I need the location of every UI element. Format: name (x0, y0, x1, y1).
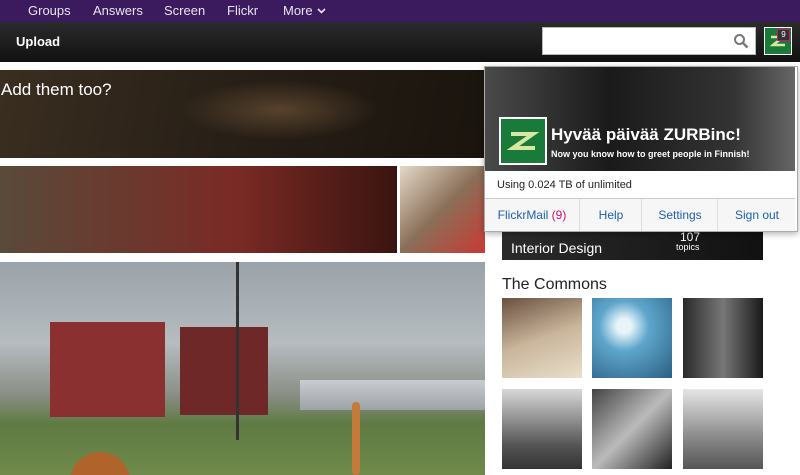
top-nav: Groups Answers Screen Flickr More (0, 0, 800, 22)
photo-dog (70, 452, 130, 475)
commons-title: The Commons (502, 276, 607, 293)
search-box (542, 27, 756, 55)
mail-count: (9) (551, 208, 567, 222)
group-count-unit: topics (676, 242, 700, 252)
account-avatar-button[interactable]: 9 (764, 27, 792, 55)
search-input[interactable] (543, 28, 727, 54)
notification-badge: 9 (777, 29, 790, 41)
upload-link[interactable]: Upload (16, 34, 60, 49)
photo-dog-tail (352, 402, 360, 475)
nav-more[interactable]: More (283, 0, 326, 22)
commons-thumb[interactable] (683, 298, 763, 378)
chevron-down-icon (317, 8, 326, 14)
commons-thumb[interactable] (502, 298, 582, 378)
help-link[interactable]: Help (579, 199, 642, 231)
photo-bridge (300, 380, 485, 410)
settings-link[interactable]: Settings (641, 199, 718, 231)
photo-strip-thumb[interactable] (400, 166, 485, 253)
greeting-text: Hyvää päivää ZURBinc! (551, 125, 741, 144)
search-icon[interactable] (733, 33, 749, 49)
hero-title: Add them too? (1, 80, 112, 99)
nav-groups[interactable]: Groups (28, 0, 71, 22)
flickrmail-link[interactable]: FlickrMail (9) (485, 199, 579, 231)
commons-thumb[interactable] (592, 389, 672, 469)
storage-usage: Using 0.024 TB of unlimited (497, 179, 632, 191)
dropdown-avatar[interactable] (499, 117, 547, 165)
commons-thumb[interactable] (683, 389, 763, 469)
nav-more-label: More (283, 3, 313, 18)
group-tile[interactable]: Interior Design 107 topics (502, 230, 763, 260)
greeting-subtitle: Now you know how to greet people in Finn… (551, 149, 750, 159)
featured-photo[interactable] (0, 262, 485, 475)
group-name: Interior Design (511, 240, 603, 256)
photo-building (180, 327, 268, 415)
dropdown-header: Hyvää päivää ZURBinc! Now you know how t… (485, 67, 795, 171)
commons-thumb[interactable] (502, 389, 582, 469)
hero-shading (180, 80, 380, 140)
nav-screen[interactable]: Screen (164, 0, 205, 22)
nav-answers[interactable]: Answers (93, 0, 143, 22)
photo-pole (236, 262, 239, 440)
flickrmail-label: FlickrMail (497, 208, 549, 222)
photo-strip[interactable] (0, 166, 397, 253)
account-dropdown: Hyvää päivää ZURBinc! Now you know how t… (484, 66, 798, 232)
nav-flickr[interactable]: Flickr (227, 0, 258, 22)
photo-building (50, 322, 165, 417)
commons-thumb[interactable] (592, 298, 672, 378)
toolbar: Upload 9 (0, 22, 800, 62)
signout-link[interactable]: Sign out (717, 199, 796, 231)
zurb-logo-icon (506, 132, 540, 150)
dropdown-actions: FlickrMail (9) Help Settings Sign out (485, 198, 795, 231)
